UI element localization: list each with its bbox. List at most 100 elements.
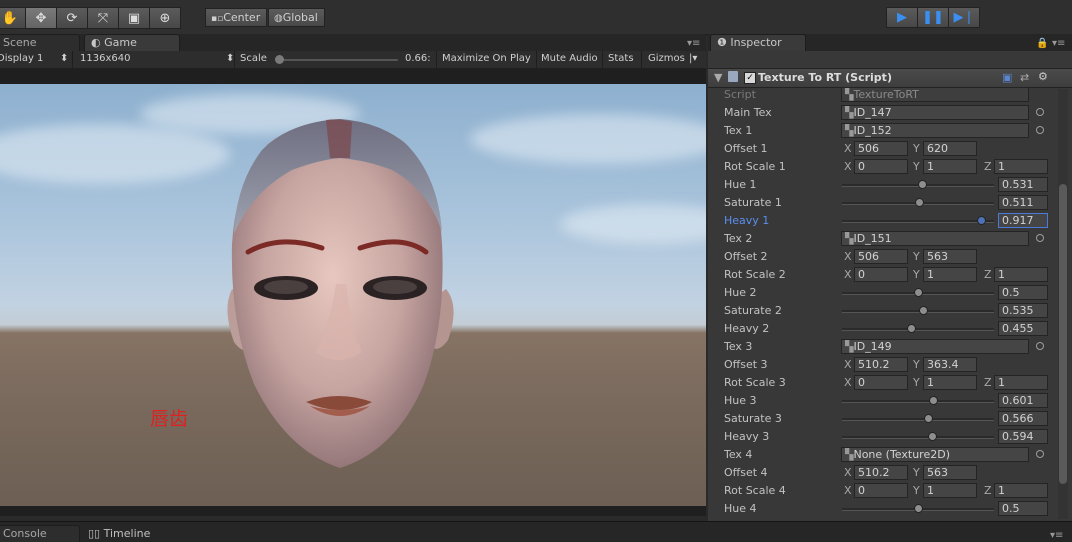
gizmos-toggle[interactable]: Gizmos — [648, 53, 685, 64]
help-icon[interactable]: ▣ — [1002, 71, 1012, 84]
scrollbar-thumb[interactable] — [1059, 184, 1067, 484]
gear-icon[interactable]: ⚙ — [1038, 70, 1048, 83]
object-picker-icon[interactable] — [1036, 108, 1044, 116]
object-field[interactable]: ▚ID_149 — [841, 339, 1029, 354]
tab-inspector[interactable]: ❶ Inspector — [710, 34, 806, 51]
property-row-script: Script ▚TextureToRT — [708, 86, 1052, 104]
vector-y-field[interactable]: 563 — [923, 465, 977, 480]
resolution-dropdown[interactable]: 1136x640 — [80, 53, 130, 64]
vector-y-field[interactable]: 1 — [923, 375, 977, 390]
vector-y-field[interactable]: 1 — [923, 267, 977, 282]
slider-value-field[interactable]: 0.455 — [998, 321, 1048, 336]
vector-x-field[interactable]: 0 — [854, 159, 908, 174]
scale-tool-icon[interactable]: ⤧ — [87, 7, 119, 29]
step-icon[interactable]: ▶❘ — [948, 7, 980, 28]
maximize-on-play-toggle[interactable]: Maximize On Play — [442, 53, 531, 64]
rotate-tool-icon[interactable]: ⟳ — [56, 7, 88, 29]
slider-track[interactable] — [842, 328, 994, 331]
slider-value-field[interactable]: 0.5 — [998, 285, 1048, 300]
scale-slider-track[interactable] — [278, 59, 398, 61]
axis-label-x: X — [844, 160, 852, 173]
tab-timeline[interactable]: ▯▯ Timeline — [88, 527, 150, 540]
slider-handle[interactable] — [976, 216, 986, 225]
slider-handle[interactable] — [923, 414, 933, 423]
stats-toggle[interactable]: Stats — [608, 53, 634, 64]
display-dropdown-arrow-icon[interactable]: ⬍ — [60, 53, 68, 64]
vector-y-field[interactable]: 363.4 — [923, 357, 977, 372]
vector-y-field[interactable]: 1 — [923, 483, 977, 498]
game-view[interactable]: 唇齿 — [0, 68, 706, 516]
transform-tool-icon[interactable]: ⊕ — [149, 7, 181, 29]
vector-z-field[interactable]: 1 — [994, 267, 1048, 282]
slider-value-field[interactable]: 0.531 — [998, 177, 1048, 192]
slider-handle[interactable] — [906, 324, 916, 333]
vector-x-field[interactable]: 506 — [854, 141, 908, 156]
display-dropdown[interactable]: Display 1 — [0, 53, 43, 64]
game-viewport[interactable]: 唇齿 — [0, 84, 706, 506]
slider-handle[interactable] — [927, 432, 937, 441]
slider-handle[interactable] — [928, 396, 938, 405]
slider-value-field[interactable]: 0.601 — [998, 393, 1048, 408]
panel-menu-icon[interactable]: ▾≡ — [1052, 38, 1065, 49]
foldout-arrow-icon[interactable]: ▼ — [714, 71, 722, 84]
object-picker-icon[interactable] — [1036, 342, 1044, 350]
object-picker-icon[interactable] — [1036, 234, 1044, 242]
hand-tool-icon[interactable]: ✋ — [0, 7, 26, 29]
lock-icon[interactable]: 🔒 — [1036, 38, 1048, 49]
rect-tool-icon[interactable]: ▣ — [118, 7, 150, 29]
object-field[interactable]: ▚ID_151 — [841, 231, 1029, 246]
vector-x-field[interactable]: 0 — [854, 375, 908, 390]
object-picker-icon[interactable] — [1036, 450, 1044, 458]
vector-x-field[interactable]: 0 — [854, 267, 908, 282]
slider-track[interactable] — [842, 418, 994, 421]
vector-z-field[interactable]: 1 — [994, 159, 1048, 174]
panel-menu-icon[interactable]: ▾≡ — [1050, 530, 1063, 541]
vector-z-field[interactable]: 1 — [994, 483, 1048, 498]
tab-console[interactable]: Console — [0, 525, 80, 542]
slider-handle[interactable] — [918, 180, 928, 189]
vector-z-field[interactable]: 1 — [994, 375, 1048, 390]
vector-x-field[interactable]: 0 — [854, 483, 908, 498]
gizmos-dropdown-icon[interactable]: |▾ — [689, 53, 697, 64]
scale-slider-handle[interactable] — [275, 55, 284, 64]
slider-handle[interactable] — [915, 198, 925, 207]
slider-value-field[interactable]: 0.5 — [998, 501, 1048, 516]
slider-track[interactable] — [842, 400, 994, 403]
vector-y-field[interactable]: 563 — [923, 249, 977, 264]
pivot-center-button[interactable]: ▪▫Center — [205, 8, 268, 27]
preset-icon[interactable]: ⇄ — [1020, 71, 1029, 84]
inspector-scrollbar[interactable] — [1058, 89, 1068, 519]
slider-value-field[interactable]: 0.594 — [998, 429, 1048, 444]
slider-track[interactable] — [842, 436, 994, 439]
slider-value-field[interactable]: 0.511 — [998, 195, 1048, 210]
slider-track[interactable] — [842, 220, 994, 223]
slider-handle[interactable] — [918, 306, 928, 315]
slider-value-field[interactable]: 0.566 — [998, 411, 1048, 426]
vector-x-field[interactable]: 510.2 — [854, 465, 908, 480]
slider-value-field[interactable]: 0.917 — [998, 213, 1048, 228]
play-icon[interactable]: ▶ — [886, 7, 918, 28]
object-field[interactable]: ▚ID_147 — [841, 105, 1029, 120]
component-enabled-checkbox[interactable]: ✓ — [744, 72, 756, 84]
vector-y-field[interactable]: 1 — [923, 159, 977, 174]
property-row-offset3: Offset 3 X 510.2 Y 363.4 — [708, 356, 1052, 374]
slider-handle[interactable] — [913, 288, 923, 297]
slider-handle[interactable] — [913, 504, 923, 513]
mute-audio-toggle[interactable]: Mute Audio — [541, 53, 598, 64]
property-row-hue2: Hue 2 0.5 — [708, 284, 1052, 302]
panel-menu-icon[interactable]: ▾≡ — [687, 38, 700, 49]
tab-scene[interactable]: Scene — [0, 34, 80, 51]
vector-x-field[interactable]: 506 — [854, 249, 908, 264]
component-header[interactable]: ▼ ✓ Texture To RT (Script) ▣ ⇄ ⚙ — [708, 68, 1072, 88]
slider-value-field[interactable]: 0.535 — [998, 303, 1048, 318]
move-tool-icon[interactable]: ✥ — [25, 7, 57, 29]
tab-game[interactable]: ◐ Game — [84, 34, 180, 51]
global-button[interactable]: ◍Global — [268, 8, 325, 27]
vector-y-field[interactable]: 620 — [923, 141, 977, 156]
vector-x-field[interactable]: 510.2 — [854, 357, 908, 372]
object-field[interactable]: ▚TextureToRT — [841, 87, 1029, 102]
object-field[interactable]: ▚None (Texture2D) — [841, 447, 1029, 462]
object-field[interactable]: ▚ID_152 — [841, 123, 1029, 138]
pause-icon[interactable]: ❚❚ — [917, 7, 949, 28]
object-picker-icon[interactable] — [1036, 126, 1044, 134]
